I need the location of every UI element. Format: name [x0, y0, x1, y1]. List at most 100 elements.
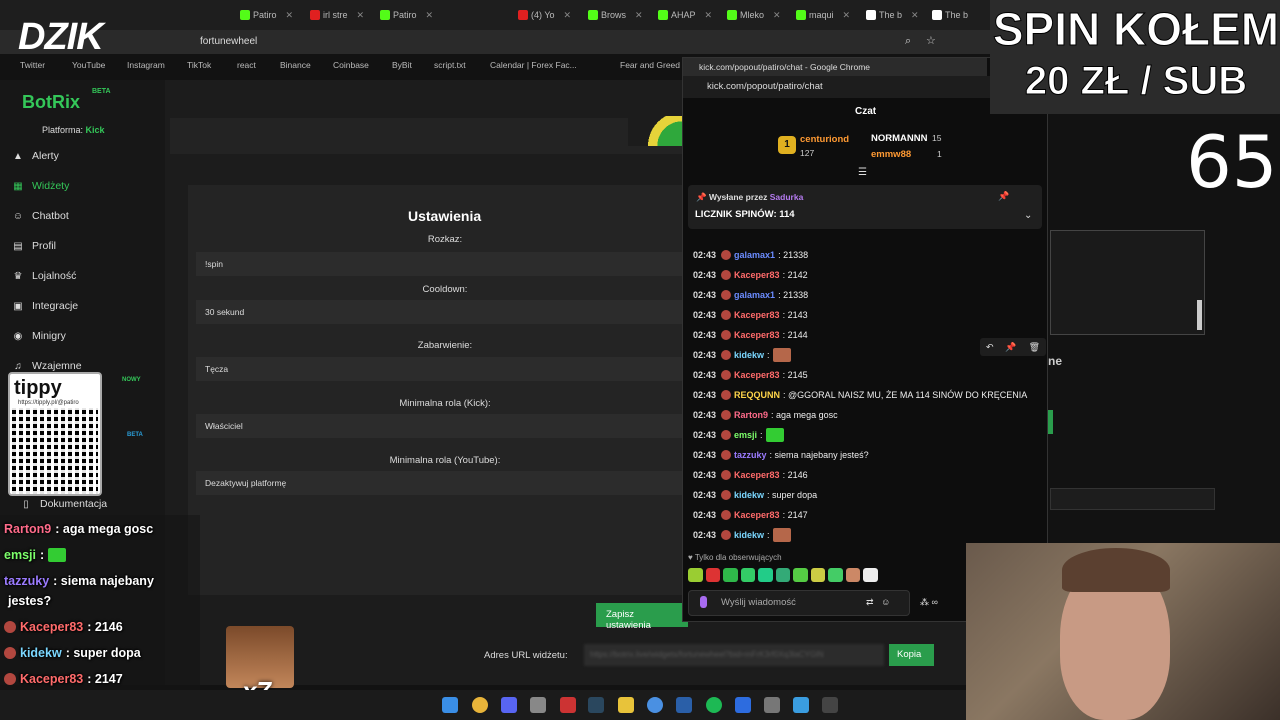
copy-button[interactable]: Kopia [889, 644, 934, 666]
close-icon[interactable]: ✕ [426, 10, 434, 21]
filter-icon[interactable]: ☰ [858, 167, 867, 178]
browser-tab[interactable]: (4) Yo ✕ [518, 6, 571, 24]
platform-indicator[interactable]: Platforma: Kick [42, 125, 105, 135]
sidebar-item-profil[interactable]: ▤ Profil [12, 240, 56, 252]
browser-tab-active[interactable]: The b [932, 6, 968, 24]
steam-icon[interactable] [588, 697, 604, 713]
message-username[interactable]: galamax1 [734, 290, 775, 300]
emote[interactable] [793, 568, 808, 582]
mic-icon[interactable] [700, 596, 707, 608]
widget-url-input[interactable]: https://botrix.live/widgets/fortunewheel… [584, 644, 884, 666]
message-username[interactable]: Kaceper83 [734, 510, 780, 520]
close-icon[interactable]: ✕ [843, 10, 851, 21]
browser-tab[interactable]: maqui ✕ [796, 6, 850, 24]
sidebar-item-wzajemne[interactable]: ♫ Wzajemne [12, 360, 81, 372]
message-username[interactable]: Kaceper83 [734, 330, 780, 340]
emote[interactable] [765, 428, 784, 442]
message-username[interactable]: kidekw [734, 530, 764, 540]
windows-start-icon[interactable] [442, 697, 458, 713]
sidebar-item-alerty[interactable]: ▲ Alerty [12, 150, 59, 162]
cooldown-select[interactable]: 30 sekund [196, 300, 686, 324]
sidebar-item-minigry[interactable]: ◉ Minigry [12, 330, 66, 342]
close-icon[interactable]: ✕ [911, 10, 919, 21]
spotify-icon[interactable] [706, 697, 722, 713]
message-username[interactable]: Kaceper83 [734, 270, 780, 280]
app-icon[interactable] [735, 697, 751, 713]
right-input[interactable] [1050, 488, 1215, 510]
chrome-icon[interactable] [472, 697, 488, 713]
emote[interactable] [740, 568, 756, 582]
save-settings-button[interactable]: Zapisz ustawienia [596, 603, 688, 631]
url-text[interactable]: fortunewheel [200, 36, 257, 47]
terminal-icon[interactable] [822, 697, 838, 713]
bookmark[interactable]: YouTube [72, 60, 105, 70]
browser-tab[interactable]: Brows ✕ [588, 6, 643, 24]
emote[interactable] [772, 528, 791, 542]
leaderboard-name[interactable]: centuriond [800, 134, 849, 145]
bookmark[interactable]: Twitter [20, 60, 45, 70]
chat-message[interactable]: 02:43 Kaceper83: 2144 [693, 328, 808, 342]
leaderboard-name[interactable]: emmw88 [871, 149, 911, 160]
browser-tab[interactable]: AHAP ✕ [658, 6, 712, 24]
scrollbar[interactable] [1197, 300, 1202, 330]
emote[interactable] [688, 568, 703, 582]
bookmark[interactable]: TikTok [187, 60, 211, 70]
bookmark[interactable]: Instagram [127, 60, 165, 70]
bookmark[interactable]: Calendar | Forex Fac... [490, 60, 577, 70]
delete-icon[interactable]: 🗑 [1029, 342, 1040, 353]
browser-tab[interactable]: Patiro ✕ [240, 6, 293, 24]
app-icon[interactable] [764, 697, 780, 713]
close-icon[interactable]: ✕ [705, 10, 713, 21]
close-icon[interactable]: ✕ [357, 10, 365, 21]
command-input[interactable]: !spin [196, 252, 686, 276]
chat-message[interactable]: 02:43 Rarton9: aga mega gosc [693, 408, 838, 422]
sidebar-item-widzety[interactable]: ▦ Widżety [12, 180, 69, 192]
app-icon[interactable] [530, 697, 546, 713]
app-icon[interactable] [793, 697, 809, 713]
bookmark[interactable]: Fear and Greed [620, 60, 680, 70]
message-username[interactable]: tazzuky [734, 450, 767, 460]
browser-tab[interactable]: Patiro ✕ [380, 6, 433, 24]
browser-tab[interactable]: Mleko ✕ [727, 6, 781, 24]
chat-message[interactable]: 02:43 REQQUNN: @GGORAL NAISZ MU, ŻE MA 11… [693, 388, 1027, 402]
brand-logo[interactable]: BotRix [22, 92, 80, 113]
chat-message[interactable]: 02:43 emsji: [693, 428, 784, 442]
pin-icon[interactable]: 📌 [1005, 342, 1016, 353]
message-username[interactable]: Kaceper83 [734, 370, 780, 380]
chevron-down-icon[interactable]: ⌄ [1024, 210, 1032, 221]
emoji-icon[interactable]: ☺ [881, 597, 890, 607]
emote[interactable] [828, 568, 843, 582]
chat-message[interactable]: 02:43 kidekw: [693, 528, 791, 542]
bookmark[interactable]: script.txt [434, 60, 466, 70]
users-icon[interactable]: ⁂ [920, 597, 929, 607]
youtube-role-select[interactable]: Dezaktywuj platformę [196, 471, 686, 495]
color-select[interactable]: Tęcza [196, 357, 686, 381]
message-username[interactable]: REQQUNN [734, 390, 780, 400]
chat-message[interactable]: 02:43 tazzuky: siema najebany jesteś? [693, 448, 869, 462]
browser-tab[interactable]: The b ✕ [866, 6, 919, 24]
folder-icon[interactable] [618, 697, 634, 713]
bookmark[interactable]: react [237, 60, 256, 70]
message-username[interactable]: Kaceper83 [734, 310, 780, 320]
close-icon[interactable]: ✕ [773, 10, 781, 21]
chat-message[interactable]: 02:43 Kaceper83: 2145 [693, 368, 808, 382]
chat-message[interactable]: 02:43 galamax1: 21338 [693, 248, 808, 262]
chat-message[interactable]: 02:43 Kaceper83: 2147 [693, 508, 808, 522]
infinity-icon[interactable]: ∞ [932, 597, 938, 607]
star-icon[interactable]: ☆ [926, 34, 936, 47]
bookmark[interactable]: Binance [280, 60, 311, 70]
emote[interactable] [810, 568, 826, 582]
bookmark[interactable]: ByBit [392, 60, 412, 70]
emote[interactable] [775, 568, 791, 582]
chat-message[interactable]: 02:43 Kaceper83: 2146 [693, 468, 808, 482]
message-username[interactable]: Rarton9 [734, 410, 768, 420]
bookmark[interactable]: Coinbase [333, 60, 369, 70]
emote[interactable] [723, 568, 738, 582]
chat-message[interactable]: 02:43 Kaceper83: 2142 [693, 268, 808, 282]
chat-message[interactable]: 02:43 kidekw: super dopa [693, 488, 817, 502]
address-bar[interactable] [0, 30, 990, 54]
message-username[interactable]: emsji [734, 430, 757, 440]
discord-icon[interactable] [501, 697, 517, 713]
reply-icon[interactable]: ↶ [986, 342, 994, 353]
sidebar-item-lojalnosc[interactable]: ♛ Lojalność [12, 270, 77, 282]
